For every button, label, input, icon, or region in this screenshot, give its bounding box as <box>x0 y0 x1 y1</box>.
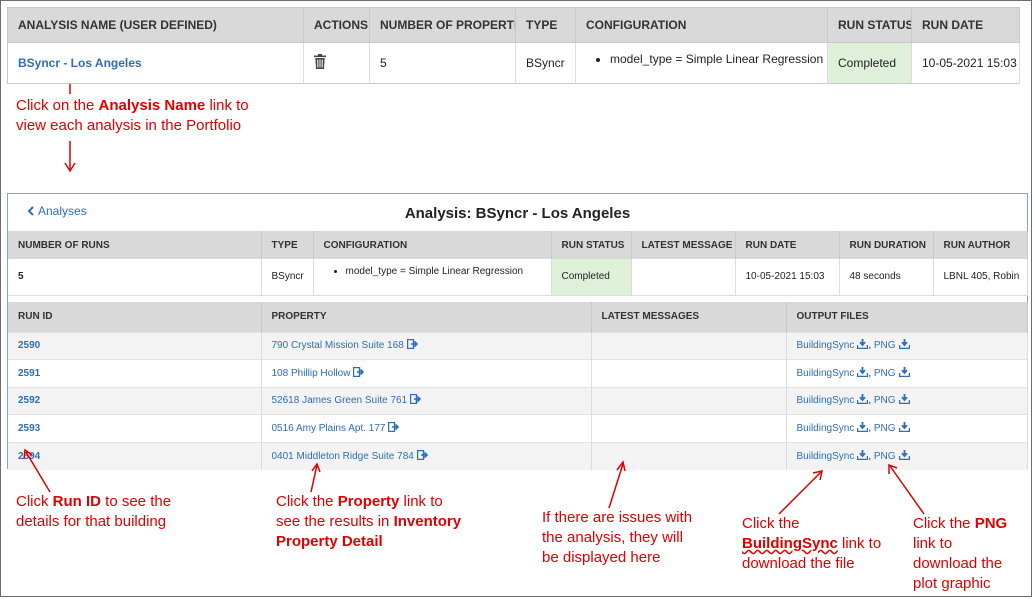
run-id-link[interactable]: 2592 <box>18 395 40 406</box>
external-link-icon[interactable] <box>406 339 418 352</box>
latest-messages-cell <box>591 386 787 415</box>
download-icon <box>898 339 910 352</box>
download-icon <box>857 339 869 352</box>
png-download-link[interactable]: PNG <box>874 339 910 352</box>
number-of-properties-value: 5 <box>369 42 516 84</box>
run-duration-value: 48 seconds <box>839 259 934 296</box>
col-header-property: PROPERTY <box>261 302 592 332</box>
download-icon <box>857 366 869 380</box>
number-of-runs-value: 5 <box>8 259 262 296</box>
annotation-analysis-name: Click on the Analysis Name link to view … <box>16 97 249 134</box>
download-icon <box>857 421 869 435</box>
annotation-arrow-run-id <box>23 448 51 493</box>
trash-icon[interactable] <box>314 54 326 72</box>
col-header-type: TYPE <box>515 7 576 43</box>
png-download-link[interactable]: PNG <box>874 449 910 463</box>
download-icon <box>898 366 910 380</box>
table-row: 2590 790 Crystal Mission Suite 168 Buildin… <box>8 331 1028 360</box>
col-header-configuration: CONFIGURATION <box>575 7 828 43</box>
col-header-analysis-name: ANALYSIS NAME (USER DEFINED) <box>7 7 304 43</box>
run-date-value: 10-05-2021 15:03 <box>911 42 1020 84</box>
table-row: 2592 52618 James Green Suite 761 BuildingS… <box>8 386 1028 415</box>
buildingsync-download-link[interactable]: BuildingSync <box>797 449 869 463</box>
table-row: BSyncr - Los Angeles 5 BSyncr model_type… <box>7 42 1020 84</box>
col-header-latest-message: LATEST MESSAGE <box>631 231 736 259</box>
table-row: 2593 0516 Amy Plains Apt. 177 BuildingSync… <box>8 414 1028 442</box>
analysis-detail-panel: Analyses Analysis: BSyncr - Los Angeles … <box>7 193 1028 470</box>
annotation-arrow-property <box>310 462 321 493</box>
annotation-arrow-buildingsync <box>778 470 823 515</box>
property-link[interactable]: 0401 Middleton Ridge Suite 784 <box>272 451 414 462</box>
col-header-output-files: OUTPUT FILES <box>786 302 1028 332</box>
col-header-run-date: RUN DATE <box>911 7 1020 43</box>
annotation-run-id: Click Run ID to see the details for that… <box>16 493 172 530</box>
buildingsync-download-link[interactable]: BuildingSync <box>797 394 869 407</box>
run-id-link[interactable]: 2590 <box>18 340 40 351</box>
run-status-badge: Completed <box>827 42 912 84</box>
external-link-icon[interactable] <box>388 421 400 435</box>
property-link[interactable]: 52618 James Green Suite 761 <box>272 395 408 406</box>
annotation-png: Click the PNG link to download the plot … <box>913 515 1008 592</box>
col-header-run-id: RUN ID <box>8 302 262 332</box>
run-id-link[interactable]: 2593 <box>18 423 40 434</box>
page-title: Analysis: BSyncr - Los Angeles <box>404 205 631 222</box>
col-header-run-date: RUN DATE <box>735 231 840 259</box>
download-icon <box>857 394 869 407</box>
col-header-latest-messages: LATEST MESSAGES <box>591 302 787 332</box>
png-download-link[interactable]: PNG <box>874 366 910 380</box>
analysis-summary-table: NUMBER OF RUNS TYPE CONFIGURATION RUN ST… <box>8 231 1028 296</box>
latest-messages-cell <box>591 331 787 360</box>
download-icon <box>898 421 910 435</box>
table-row: 25940401 Middleton Ridge Suite 784Buildi… <box>8 441 1028 470</box>
download-icon <box>898 394 910 407</box>
run-date-value: 10-05-2021 15:03 <box>735 259 840 296</box>
run-id-link[interactable]: 2591 <box>18 368 40 379</box>
col-header-run-duration: RUN DURATION <box>839 231 934 259</box>
annotation-messages: If there are issues with the analysis, t… <box>542 509 693 566</box>
col-header-actions: ACTIONS <box>303 7 370 43</box>
annotation-buildingsync: Click the BuildingSync link to download … <box>742 515 882 572</box>
property-link[interactable]: 0516 Amy Plains Apt. 177 <box>272 423 386 434</box>
annotation-arrow-png <box>888 463 925 515</box>
annotation-arrow-messages <box>608 460 626 509</box>
annotation-property: Click the Property link to see the resul… <box>276 493 462 550</box>
latest-message-value <box>631 259 736 296</box>
download-icon <box>857 449 869 463</box>
table-row: 2591 108 Phillip Hollow BuildingSync, PNG <box>8 359 1028 387</box>
col-header-number-of-runs: NUMBER OF RUNS <box>8 231 262 259</box>
col-header-number-of-properties: NUMBER OF PROPERTIES <box>369 7 516 43</box>
analysis-name-link[interactable]: BSyncr - Los Angeles <box>18 56 142 70</box>
configuration-value: model_type = Simple Linear Regression <box>346 266 541 277</box>
property-link[interactable]: 790 Crystal Mission Suite 168 <box>272 340 404 351</box>
run-status-badge: Completed <box>551 259 632 296</box>
col-header-type: TYPE <box>261 231 314 259</box>
png-download-link[interactable]: PNG <box>874 394 910 407</box>
col-header-run-status: RUN STATUS <box>551 231 632 259</box>
download-icon <box>898 449 910 463</box>
buildingsync-download-link[interactable]: BuildingSync <box>797 366 869 380</box>
type-value: BSyncr <box>261 259 314 296</box>
col-header-configuration: CONFIGURATION <box>313 231 552 259</box>
configuration-value: model_type = Simple Linear Regression <box>610 52 823 66</box>
col-header-run-status: RUN STATUS <box>827 7 912 43</box>
runs-output-table: RUN ID PROPERTY LATEST MESSAGES OUTPUT F… <box>8 302 1028 470</box>
buildingsync-download-link[interactable]: BuildingSync <box>797 421 869 435</box>
type-value: BSyncr <box>515 42 576 84</box>
external-link-icon[interactable] <box>416 449 428 463</box>
run-author-value: LBNL 405, Robin <box>933 259 1028 296</box>
property-link[interactable]: 108 Phillip Hollow <box>272 368 351 379</box>
col-header-run-author: RUN AUTHOR <box>933 231 1028 259</box>
annotation-arrow-down <box>64 141 76 173</box>
buildingsync-download-link[interactable]: BuildingSync <box>797 339 869 352</box>
external-link-icon[interactable] <box>409 394 422 407</box>
external-link-icon[interactable] <box>353 366 365 380</box>
png-download-link[interactable]: PNG <box>874 421 910 435</box>
latest-messages-cell <box>591 359 787 387</box>
analyses-table: ANALYSIS NAME (USER DEFINED) ACTIONS NUM… <box>7 7 1020 84</box>
table-row: 5 BSyncr model_type = Simple Linear Regr… <box>8 259 1028 296</box>
annotation-arrow <box>69 84 71 94</box>
latest-messages-cell <box>591 414 787 442</box>
